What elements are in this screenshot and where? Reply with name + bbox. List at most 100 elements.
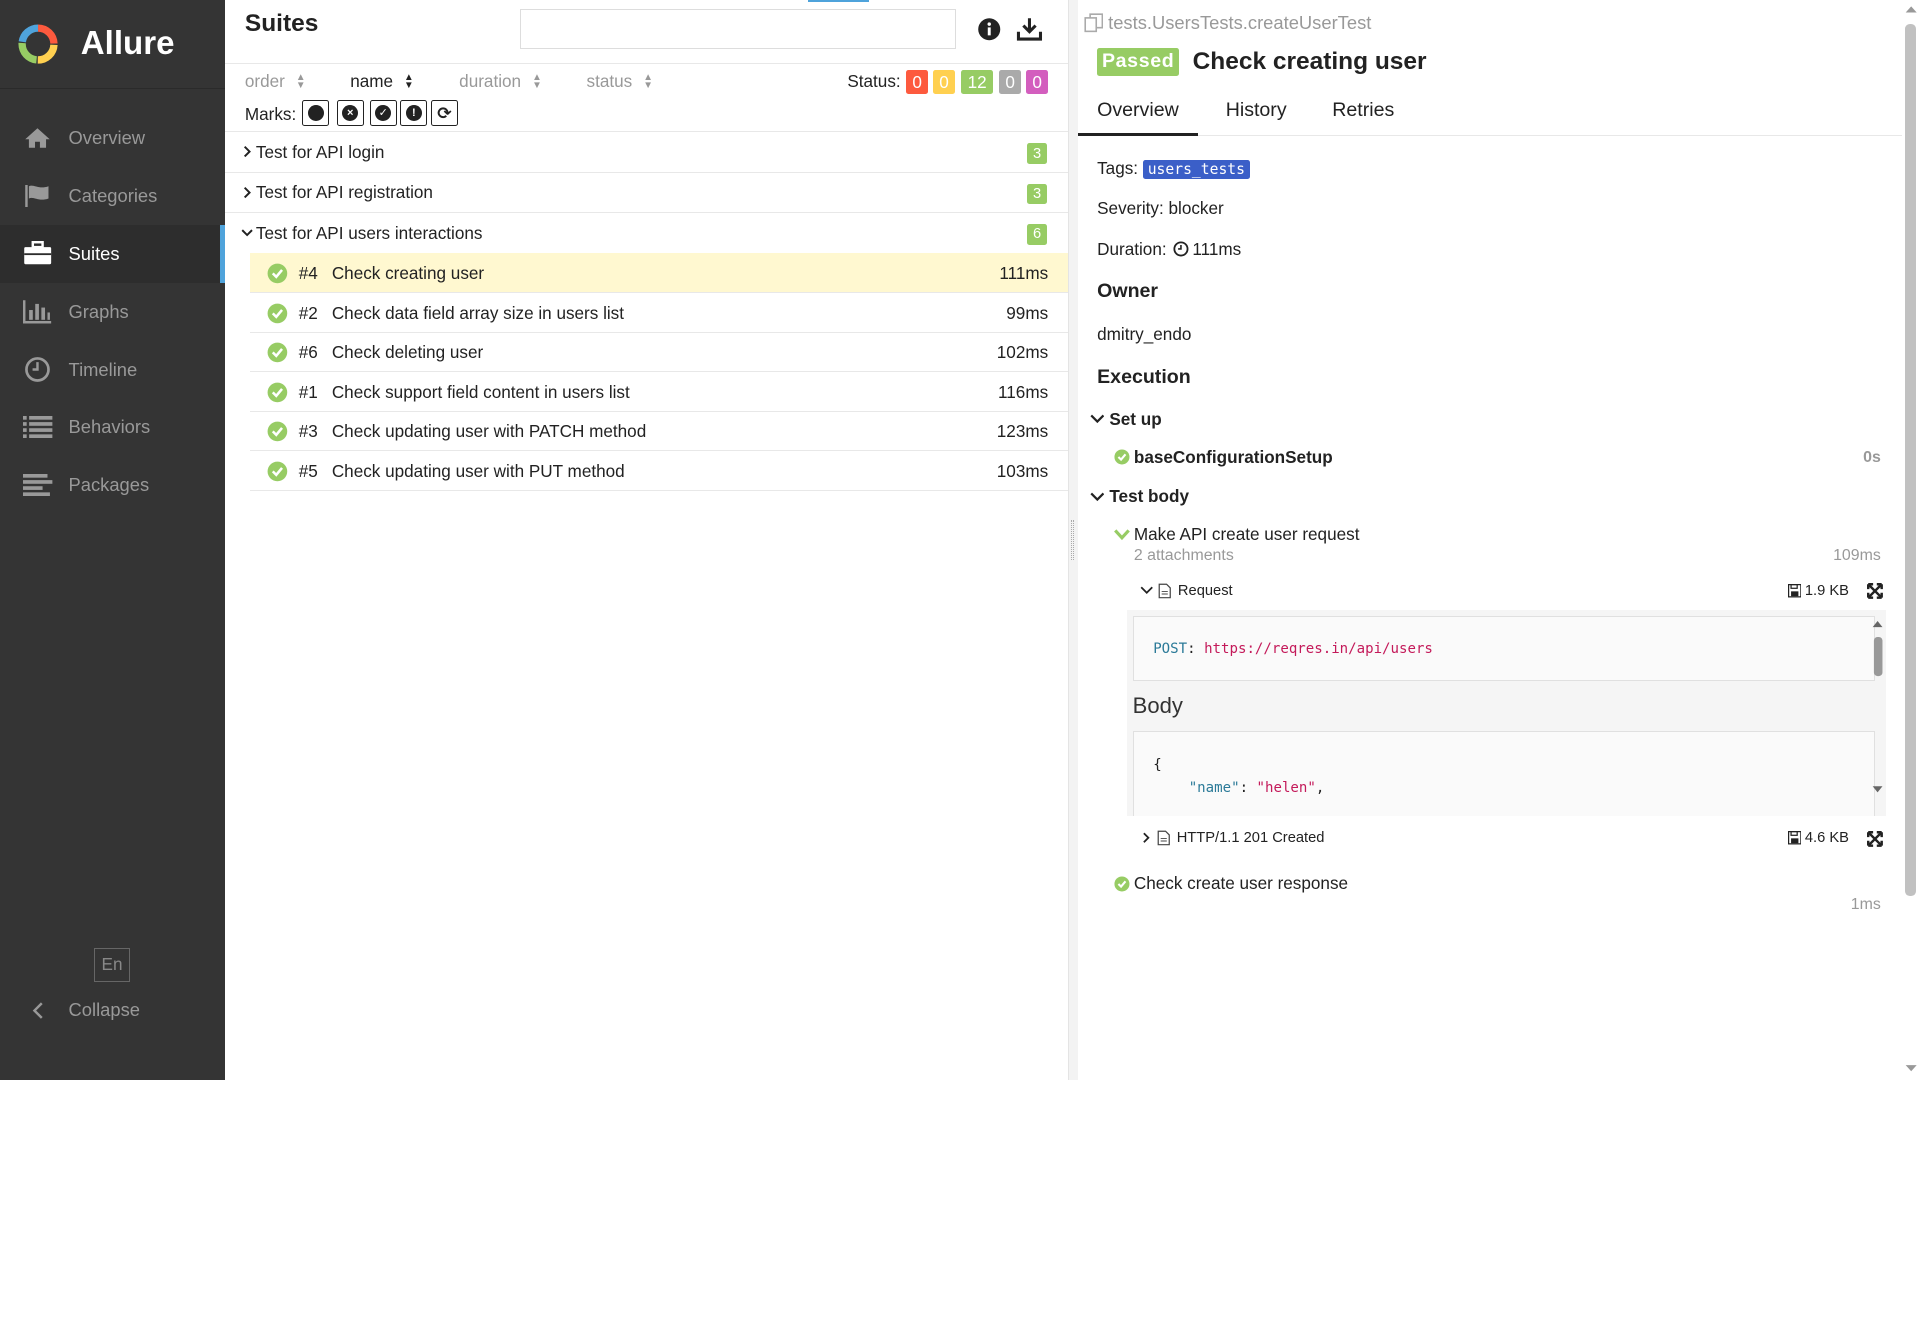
tab-history[interactable]: History — [1226, 99, 1287, 122]
brand[interactable]: Allure — [0, 0, 226, 90]
status-filter-unknown[interactable]: 0 — [1026, 69, 1049, 95]
download-button[interactable] — [1015, 15, 1044, 44]
attachment-preview[interactable]: POST: https://reqres.in/api/users Body {… — [1126, 609, 1886, 816]
setup-step-name: baseConfigurationSetup — [1133, 446, 1333, 467]
test-number: #1 — [298, 381, 318, 402]
mark-retries-button[interactable]: ⟳ — [431, 100, 458, 127]
align-left-icon — [23, 472, 53, 499]
step-check-response[interactable]: Check create user response — [1114, 873, 1348, 894]
sort-order[interactable]: order ▲ ▼ — [245, 71, 306, 92]
sidebar-item-packages[interactable]: Packages — [0, 456, 225, 514]
request-line: POST: https://reqres.in/api/users — [1132, 615, 1875, 681]
tab-retries[interactable]: Retries — [1332, 99, 1394, 122]
mark-new-failed-button[interactable]: × — [336, 100, 364, 127]
expand-icon[interactable] — [1867, 582, 1884, 599]
info-button[interactable] — [975, 15, 1004, 44]
collapse-label: Collapse — [68, 999, 140, 1021]
suite-group[interactable]: Test for API users interactions 6 — [225, 213, 1067, 253]
mark-new-broken-button[interactable]: ! — [400, 100, 428, 127]
suite-group[interactable]: Test for API login 3 — [225, 132, 1068, 173]
sort-name[interactable]: name ▲ ▼ — [350, 71, 414, 92]
step-name: Check create user response — [1133, 873, 1349, 894]
mark-new-passed-button[interactable]: ✓ — [369, 100, 397, 127]
clock-icon — [1173, 241, 1189, 257]
test-duration: 103ms — [996, 460, 1049, 481]
chevron-right-icon — [244, 186, 252, 198]
sort-duration[interactable]: duration ▲ ▼ — [459, 71, 542, 92]
sidebar-item-behaviors[interactable]: Behaviors — [0, 398, 225, 456]
app-name: Allure — [80, 25, 175, 63]
attachment-response[interactable]: HTTP/1.1 201 Created — [1140, 830, 1324, 846]
test-name: Check updating user with PATCH method — [331, 421, 647, 442]
suite-group-count: 3 — [1027, 183, 1047, 205]
exclamation-circle-icon: ! — [405, 105, 422, 122]
sidebar-item-label: Packages — [68, 474, 150, 496]
sidebar-item-timeline[interactable]: Timeline — [0, 341, 225, 399]
test-row[interactable]: #6 Check deleting user 102ms — [249, 333, 1068, 373]
tag-badge[interactable]: users_tests — [1142, 159, 1250, 180]
scrollbar-thumb[interactable] — [1905, 24, 1917, 897]
setup-section-toggle[interactable]: Set up — [1090, 409, 1162, 430]
language-button[interactable]: En — [94, 947, 130, 983]
test-row[interactable]: #1 Check support field content in users … — [249, 372, 1068, 412]
duration-label: Duration: — [1097, 238, 1167, 259]
status-filter-skipped[interactable]: 0 — [999, 69, 1022, 95]
sidebar-item-label: Categories — [68, 184, 158, 206]
test-body-toggle[interactable]: Test body — [1090, 486, 1189, 507]
status-filter-passed[interactable]: 12 — [961, 69, 994, 95]
test-duration: 99ms — [1006, 302, 1049, 323]
home-icon — [23, 124, 52, 151]
step-make-request[interactable]: Make API create user request — [1114, 524, 1359, 545]
test-detail-pane: tests.UsersTests.createUserTest Passed C… — [1077, 0, 1902, 1080]
download-icon — [1017, 18, 1043, 41]
sidebar-item-overview[interactable]: Overview — [0, 109, 225, 167]
sidebar-item-label: Timeline — [68, 358, 138, 380]
step-duration: 1ms — [1850, 896, 1881, 914]
chevron-right-icon — [244, 146, 252, 158]
collapse-button[interactable]: Collapse — [23, 992, 140, 1029]
owner-value: dmitry_endo — [1097, 324, 1192, 345]
sort-order-label: order — [244, 71, 285, 92]
duration-row: Duration: 111ms — [1097, 239, 1241, 260]
copy-icon — [1084, 13, 1103, 33]
marks-label: Marks: — [244, 104, 297, 125]
preview-scrollbar[interactable] — [1869, 610, 1886, 816]
sort-status[interactable]: status ▲ ▼ — [587, 71, 653, 92]
sort-arrows-icon: ▲ ▼ — [404, 72, 414, 91]
request-url: https://reqres.in/api/users — [1204, 640, 1433, 657]
step-name: Make API create user request — [1133, 524, 1360, 545]
suite-group[interactable]: Test for API registration 3 — [225, 173, 1068, 214]
tab-overview[interactable]: Overview — [1077, 99, 1198, 136]
passed-check-icon — [267, 422, 288, 442]
attachment-request[interactable]: Request — [1140, 583, 1233, 599]
setup-step[interactable]: baseConfigurationSetup — [1114, 446, 1333, 468]
test-name: Check support field content in users lis… — [331, 381, 630, 402]
test-row[interactable]: #4 Check creating user 111ms — [249, 253, 1068, 293]
search-input[interactable] — [520, 8, 957, 49]
suites-pane: Suites order ▲ ▼ name ▲ ▼ duration ▲ ▼ s… — [225, 0, 1068, 1080]
mark-flaky-button[interactable] — [302, 100, 330, 127]
info-icon — [978, 18, 1001, 41]
expand-icon[interactable] — [1867, 831, 1884, 848]
save-icon — [1787, 584, 1802, 598]
test-row[interactable]: #3 Check updating user with PATCH method… — [249, 412, 1068, 452]
status-filter-broken[interactable]: 0 — [933, 69, 956, 95]
sidebar-item-label: Suites — [68, 242, 120, 264]
drag-handle-icon — [1071, 520, 1074, 560]
test-full-name[interactable]: tests.UsersTests.createUserTest — [1084, 12, 1371, 34]
sidebar-item-graphs[interactable]: Graphs — [0, 283, 225, 341]
test-row[interactable]: #2 Check data field array size in users … — [249, 293, 1068, 333]
tags-row: Tags: users_tests — [1097, 158, 1250, 180]
sidebar-item-suites[interactable]: Suites — [0, 224, 226, 284]
test-row[interactable]: #5 Check updating user with PUT method 1… — [249, 451, 1068, 491]
passed-check-icon — [267, 382, 288, 403]
sidebar-item-categories[interactable]: Categories — [0, 167, 225, 225]
pane-splitter[interactable] — [1067, 0, 1078, 1080]
status-filter-failed[interactable]: 0 — [906, 69, 929, 95]
attachment-size: 4.6 KB — [1787, 830, 1849, 846]
test-number: #2 — [298, 302, 318, 323]
execution-heading: Execution — [1097, 366, 1191, 389]
page-scrollbar[interactable] — [1901, 0, 1920, 1080]
chevron-down-icon — [241, 229, 253, 237]
page-title: Suites — [244, 9, 319, 37]
